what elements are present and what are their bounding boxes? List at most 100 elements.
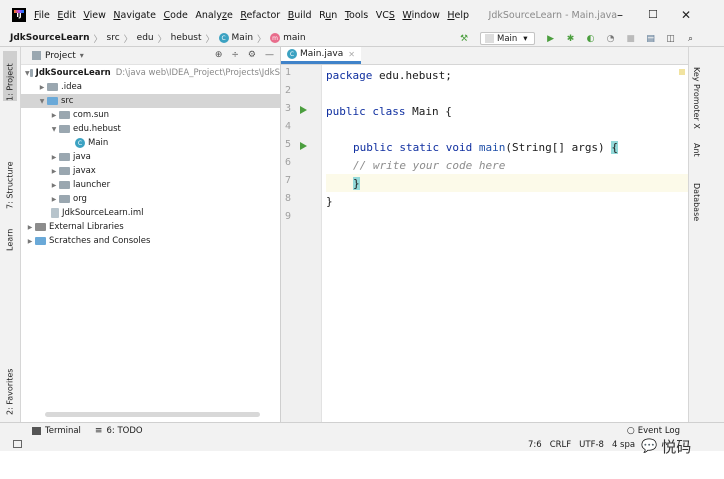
breadcrumb-main-class[interactable]: C Main: [218, 33, 253, 43]
chevron-right-icon: ▶: [51, 111, 57, 119]
menu-window[interactable]: Window: [402, 10, 439, 21]
package-icon: [59, 181, 70, 189]
menu-file[interactable]: File: [34, 10, 50, 21]
line-number: 8: [285, 193, 292, 204]
debug-icon[interactable]: ✱: [565, 33, 577, 45]
tree-item-src[interactable]: ▼ src: [21, 94, 280, 108]
coverage-icon[interactable]: ◐: [585, 33, 597, 45]
tab-main-java-label: Main.java: [300, 49, 344, 59]
chevron-right-icon: 〉: [93, 34, 103, 45]
tree-item-iml[interactable]: JdkSourceLearn.iml: [21, 206, 280, 220]
menu-view[interactable]: View: [83, 10, 106, 21]
todo-button[interactable]: ≡ 6: TODO: [95, 426, 143, 436]
tab-learn[interactable]: Learn: [3, 225, 17, 251]
code-text: Main {: [405, 104, 452, 118]
tree-item-path: D:\java web\IDEA_Project\Projects\JdkS: [115, 68, 280, 78]
tree-item-main[interactable]: C Main: [21, 136, 280, 150]
tab-ant[interactable]: Ant: [692, 143, 701, 157]
menu-edit[interactable]: Edit: [57, 10, 75, 21]
tab-key-promoter[interactable]: Key Promoter X: [692, 67, 701, 129]
tree-item-com-sun[interactable]: ▶ com.sun: [21, 108, 280, 122]
tab-project[interactable]: 1: Project: [3, 51, 17, 101]
code-line-1[interactable]: package edu.hebust;: [326, 66, 688, 84]
breadcrumb-hebust[interactable]: hebust: [171, 33, 202, 43]
terminal-button[interactable]: Terminal: [32, 426, 81, 436]
chat-bubble-icon: 💬: [641, 439, 658, 454]
breadcrumb-edu[interactable]: edu: [137, 33, 154, 43]
breadcrumb-project[interactable]: JdkSourceLearn: [10, 33, 89, 43]
maximize-button[interactable]: ☐: [648, 8, 658, 21]
run-gutter-icon[interactable]: [300, 106, 307, 114]
menu-tools[interactable]: Tools: [345, 10, 368, 21]
breadcrumb-main-method[interactable]: m main: [270, 33, 306, 43]
menu-help[interactable]: Help: [447, 10, 469, 21]
horizontal-scrollbar[interactable]: [45, 412, 260, 417]
code-line-7[interactable]: }: [326, 174, 688, 192]
menu-run[interactable]: Run: [319, 10, 337, 21]
close-button[interactable]: ✕: [681, 8, 691, 22]
menu-mnemonic: T: [344, 9, 350, 21]
window-title: JdkSourceLearn - Main.java: [488, 9, 618, 21]
hide-icon[interactable]: —: [265, 50, 274, 60]
chevron-right-icon: ▶: [51, 195, 57, 203]
chevron-right-icon: ▶: [27, 237, 33, 245]
stop-icon[interactable]: ■: [625, 33, 637, 45]
menu-code[interactable]: Code: [164, 10, 188, 21]
chevron-right-icon: ▶: [39, 83, 45, 91]
code-line-8[interactable]: }: [326, 192, 688, 210]
watermark: 💬 悦码: [641, 436, 691, 457]
line-separator[interactable]: CRLF: [550, 440, 571, 450]
layout-icon[interactable]: ◫: [665, 33, 677, 45]
tree-item-edu-hebust[interactable]: ▼ edu.hebust: [21, 122, 280, 136]
build-hammer-icon[interactable]: ⚒: [458, 33, 470, 45]
line-number: 1: [285, 67, 292, 78]
close-icon[interactable]: ✕: [348, 50, 355, 59]
locate-icon[interactable]: ⊕: [215, 50, 223, 60]
run-config-label: Main: [497, 33, 518, 44]
file-encoding[interactable]: UTF-8: [579, 440, 604, 450]
minimize-button[interactable]: –: [617, 8, 623, 22]
menu-refactor[interactable]: Refactor: [240, 10, 280, 21]
indent-setting[interactable]: 4 spa: [612, 440, 635, 450]
tree-item-java[interactable]: ▶ java: [21, 150, 280, 164]
tree-item-scratches[interactable]: ▶ Scratches and Consoles: [21, 234, 280, 248]
tree-item-launcher[interactable]: ▶ launcher: [21, 178, 280, 192]
collapse-all-icon[interactable]: ÷: [231, 50, 239, 60]
tab-favorites[interactable]: 2: Favorites: [3, 365, 17, 415]
toggle-tool-windows-icon[interactable]: [13, 440, 22, 448]
tab-main-java[interactable]: C Main.java ✕: [281, 47, 361, 64]
run-icon[interactable]: ▶: [545, 33, 557, 45]
caret-position[interactable]: 7:6: [528, 440, 542, 450]
menu-build[interactable]: Build: [288, 10, 312, 21]
event-log-button[interactable]: ○ Event Log: [627, 426, 680, 436]
package-icon: [59, 195, 70, 203]
menu-navigate[interactable]: Navigate: [113, 10, 156, 21]
run-gutter-icon[interactable]: [300, 142, 307, 150]
search-icon[interactable]: ⌕: [685, 33, 697, 45]
inspection-marker[interactable]: [679, 69, 685, 75]
profile-icon[interactable]: ◔: [605, 33, 617, 45]
tree-item-idea[interactable]: ▶ .idea: [21, 80, 280, 94]
editor-tabs: C Main.java ✕: [281, 47, 688, 65]
project-panel-title[interactable]: Project: [45, 51, 76, 61]
run-config-select[interactable]: Main ▾: [480, 32, 535, 45]
tab-structure[interactable]: 7: Structure: [3, 153, 17, 209]
code-line-5[interactable]: public static void main (String[] args) {: [326, 138, 688, 156]
tab-database[interactable]: Database: [692, 183, 701, 221]
code-line-6[interactable]: // write your code here: [326, 156, 688, 174]
tree-item-javax[interactable]: ▶ javax: [21, 164, 280, 178]
menu-vcs[interactable]: VCS: [376, 10, 395, 21]
code-method-name: main: [478, 140, 506, 154]
tree-item-org[interactable]: ▶ org: [21, 192, 280, 206]
code-line-3[interactable]: public class Main {: [326, 102, 688, 120]
tree-item-project-root[interactable]: ▼ JdkSourceLearn D:\java web\IDEA_Projec…: [21, 66, 280, 80]
menu-analyze[interactable]: Analyze: [195, 10, 232, 21]
tree-item-external-libraries[interactable]: ▶ External Libraries: [21, 220, 280, 234]
breadcrumb-src[interactable]: src: [107, 33, 120, 43]
project-structure-icon[interactable]: ▤: [645, 33, 657, 45]
line-number: 9: [285, 211, 292, 222]
chevron-down-icon[interactable]: ▾: [80, 51, 84, 60]
gear-icon[interactable]: ⚙: [248, 50, 256, 60]
tree-item-label: src: [61, 96, 74, 106]
intellij-logo-icon: IJ: [12, 8, 26, 22]
